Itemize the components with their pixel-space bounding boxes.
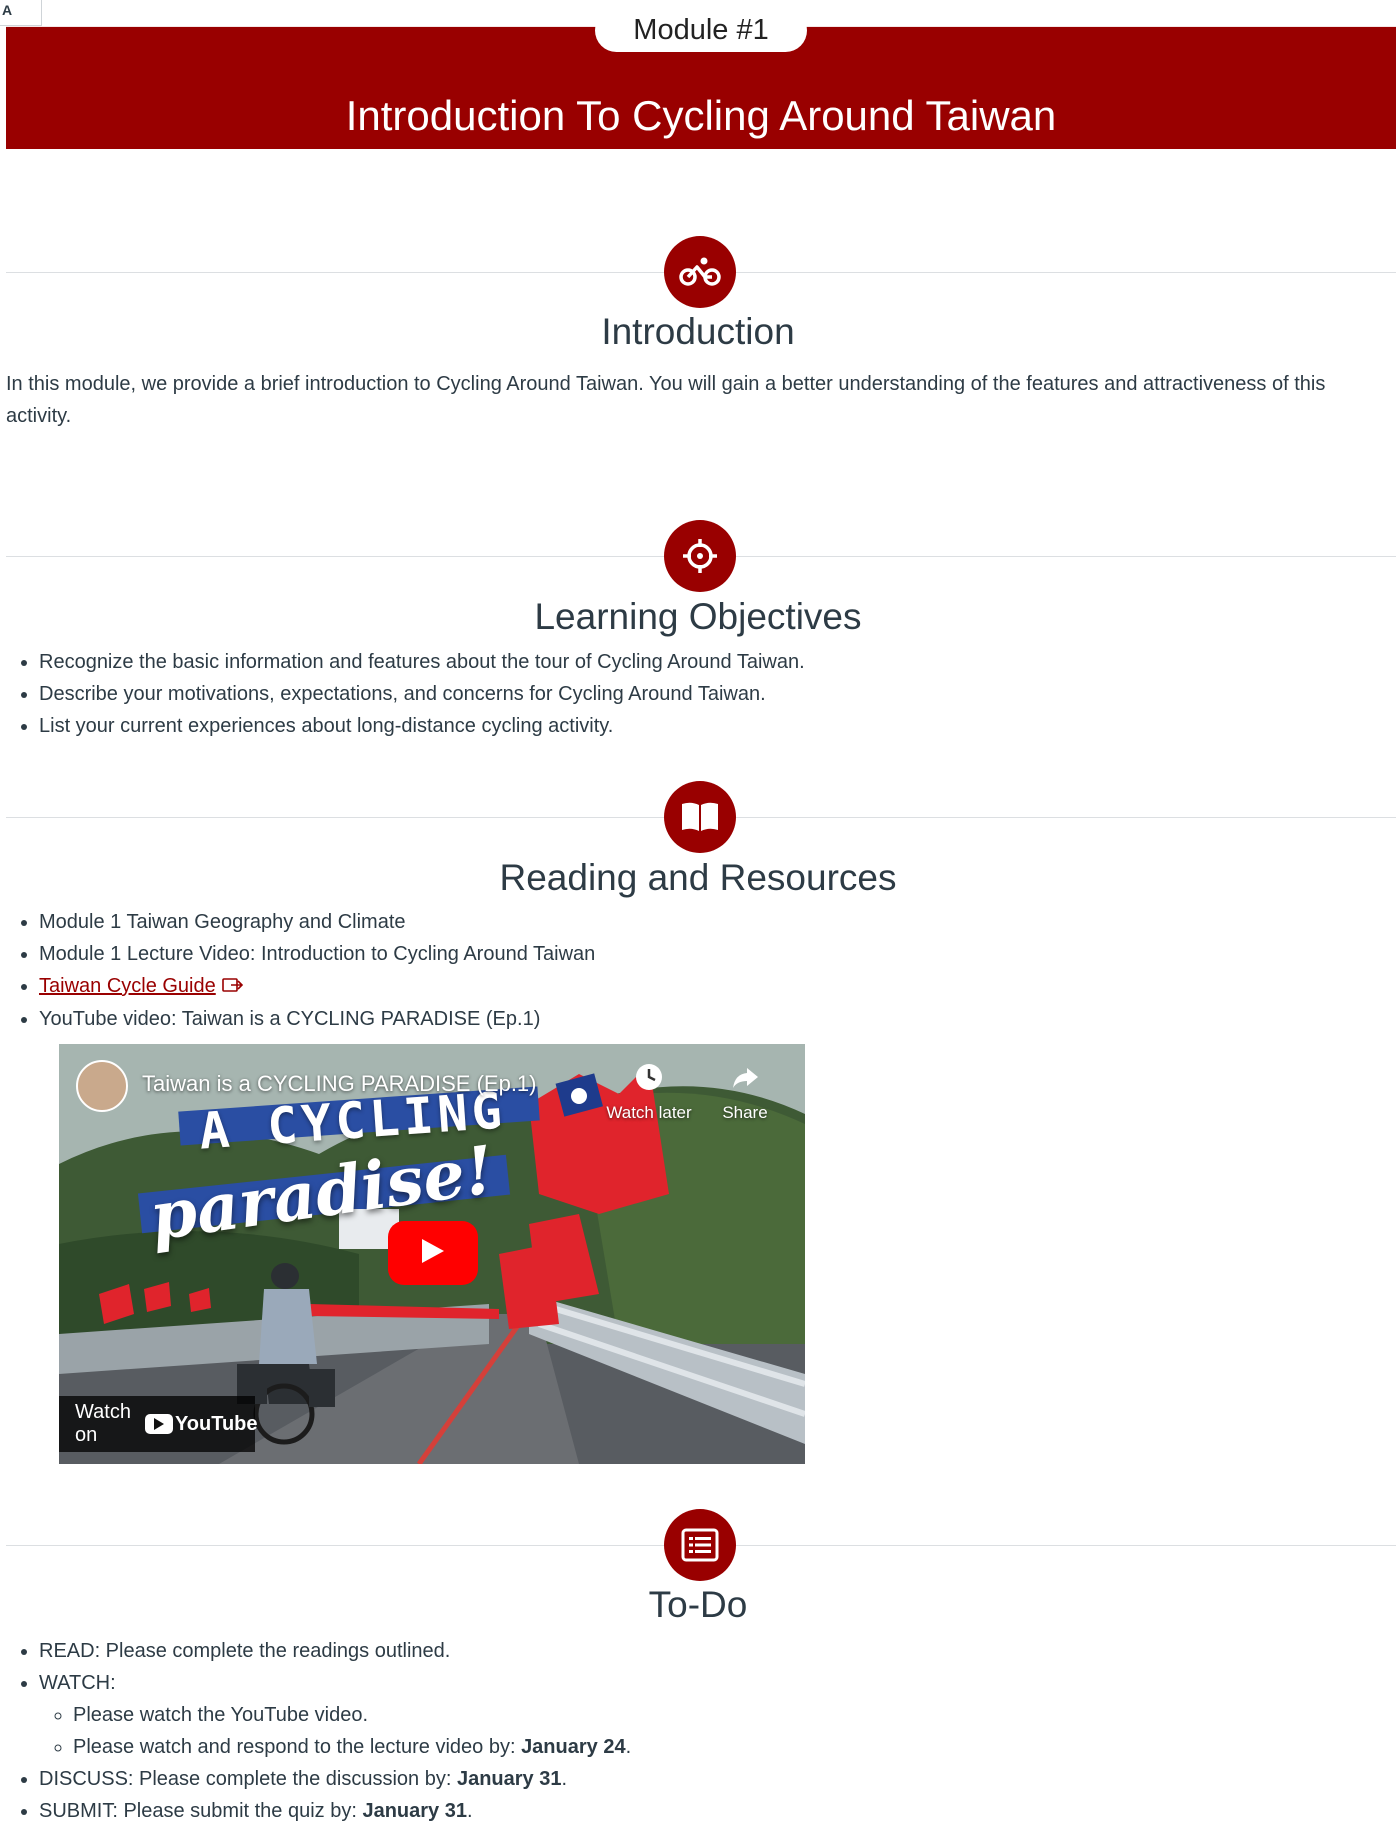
due-date: January 31 (456, 1768, 562, 1790)
list-item: List your current experiences about long… (39, 710, 805, 742)
share-label: Share (722, 1103, 768, 1122)
todo-watch-label: WATCH: (39, 1672, 116, 1694)
watch-sublist: Please watch the YouTube video. Please w… (39, 1699, 631, 1763)
punctuation: . (561, 1768, 568, 1790)
target-icon (664, 520, 736, 592)
share-icon (730, 1068, 760, 1096)
todo-text: DISCUSS: Please complete the discussion … (39, 1768, 457, 1790)
external-link-icon (221, 971, 244, 1003)
list-item: Please watch and respond to the lecture … (73, 1731, 631, 1763)
todo-list: READ: Please complete the readings outli… (6, 1635, 631, 1827)
list-item: Module 1 Taiwan Geography and Climate (39, 906, 595, 938)
punctuation: . (466, 1800, 473, 1822)
list-item: Taiwan Cycle Guide (39, 970, 595, 1003)
section-title-resources: Reading and Resources (499, 857, 897, 898)
todo-text: SUBMIT: Please submit the quiz by: (39, 1800, 363, 1822)
watch-on-youtube-button[interactable]: Watch on YouTube (59, 1396, 258, 1452)
taiwan-cycle-guide-link[interactable]: Taiwan Cycle Guide (39, 975, 216, 997)
list-item: READ: Please complete the readings outli… (39, 1635, 631, 1667)
introduction-body: In this module, we provide a brief intro… (6, 373, 1326, 427)
list-item: DISCUSS: Please complete the discussion … (39, 1763, 631, 1795)
due-date: January 24 (521, 1736, 626, 1758)
list-item: YouTube video: Taiwan is a CYCLING PARAD… (39, 1003, 595, 1035)
bicycle-icon (664, 236, 736, 308)
list-item: WATCH: Please watch the YouTube video. P… (39, 1667, 631, 1763)
section-title-introduction: Introduction (601, 311, 795, 352)
objectives-list: Recognize the basic information and feat… (6, 646, 805, 742)
youtube-wordmark: YouTube (174, 1412, 258, 1435)
youtube-logo: YouTube (144, 1412, 258, 1436)
book-icon (664, 781, 736, 853)
section-title-objectives: Learning Objectives (534, 596, 862, 637)
list-item: Please watch the YouTube video. (73, 1699, 631, 1731)
play-icon (420, 1237, 446, 1270)
youtube-play-icon (144, 1414, 173, 1434)
page-title: Introduction To Cycling Around Taiwan (345, 92, 1057, 139)
play-button[interactable] (388, 1221, 478, 1285)
list-icon (664, 1509, 736, 1581)
resources-list: Module 1 Taiwan Geography and Climate Mo… (6, 906, 595, 1035)
list-item: SUBMIT: Please submit the quiz by: Janua… (39, 1795, 631, 1827)
todo-text: Please watch and respond to the lecture … (73, 1736, 522, 1758)
watch-later-label: Watch later (606, 1103, 692, 1122)
watch-later-button[interactable]: Watch later (599, 1062, 699, 1123)
list-item: Module 1 Lecture Video: Introduction to … (39, 938, 595, 970)
list-item: Describe your motivations, expectations,… (39, 678, 805, 710)
module-badge: Module #1 (595, 9, 807, 52)
due-date: January 31 (362, 1800, 467, 1822)
text-size-icon[interactable]: A (0, 0, 42, 26)
watch-on-label: Watch on (75, 1401, 131, 1446)
section-title-todo: To-Do (648, 1584, 748, 1625)
clock-icon (634, 1064, 664, 1096)
youtube-video-player[interactable]: A CYCLING paradise! Taiwan is a CYCLING … (59, 1044, 805, 1464)
share-button[interactable]: Share (695, 1062, 795, 1123)
list-item: Recognize the basic information and feat… (39, 646, 805, 678)
video-title[interactable]: Taiwan is a CYCLING PARADISE (Ep.1) (142, 1071, 537, 1097)
punctuation: . (625, 1736, 632, 1758)
channel-avatar[interactable] (76, 1060, 128, 1112)
